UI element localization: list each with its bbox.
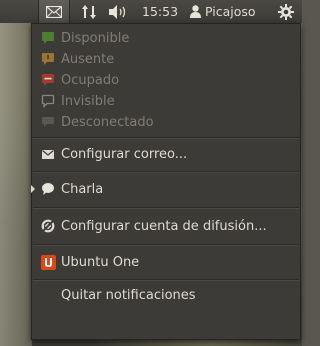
configure-broadcast-item[interactable]: Configurar cuenta de difusión... (32, 215, 300, 237)
status-available-icon (40, 30, 56, 46)
separator (33, 279, 299, 281)
separator (33, 244, 299, 246)
clear-notifications-label: Quitar notificaciones (61, 287, 196, 303)
status-busy-icon (40, 72, 56, 88)
status-label: Disponible (61, 30, 130, 46)
status-away-item[interactable]: Ausente (32, 48, 300, 70)
user-icon (190, 5, 201, 18)
user-menu[interactable]: Picajoso (190, 0, 256, 23)
background-window-edge (0, 22, 32, 346)
separator (33, 207, 299, 209)
messaging-menu: Disponible Ausente Ocupado Invisible Des… (31, 23, 301, 340)
separator (33, 137, 299, 139)
ubuntu-one-icon (40, 254, 56, 270)
network-icon (82, 4, 96, 19)
messaging-indicator[interactable] (38, 0, 70, 23)
status-label: Desconectado (61, 114, 154, 130)
user-name: Picajoso (205, 4, 256, 19)
configure-broadcast-label: Configurar cuenta de difusión... (61, 218, 267, 234)
clear-notifications-item[interactable]: Quitar notificaciones (32, 284, 300, 306)
separator (33, 171, 299, 173)
session-menu[interactable] (276, 0, 296, 23)
clock[interactable]: 15:53 (142, 0, 178, 23)
chat-item[interactable]: Charla (32, 178, 300, 200)
status-label: Invisible (61, 93, 115, 109)
power-gear-icon (278, 3, 294, 20)
status-away-icon (40, 51, 56, 67)
status-available-item[interactable]: Disponible (32, 27, 300, 49)
status-label: Ausente (61, 51, 115, 67)
status-offline-icon (40, 114, 56, 130)
volume-icon (109, 4, 129, 19)
mail-icon (46, 5, 62, 18)
ubuntu-one-label: Ubuntu One (61, 254, 140, 270)
chat-bubble-icon (40, 181, 56, 197)
chat-label: Charla (61, 181, 104, 197)
status-offline-item[interactable]: Desconectado (32, 111, 300, 133)
status-label: Ocupado (61, 72, 120, 88)
status-busy-item[interactable]: Ocupado (32, 69, 300, 91)
status-invisible-icon (40, 93, 56, 109)
ubuntu-one-item[interactable]: Ubuntu One (32, 251, 300, 273)
sound-indicator[interactable] (108, 0, 130, 23)
configure-mail-label: Configurar correo... (61, 146, 188, 162)
mail-icon (40, 146, 56, 162)
status-invisible-item[interactable]: Invisible (32, 90, 300, 112)
network-indicator[interactable] (80, 0, 98, 23)
broadcast-icon (40, 218, 56, 234)
clock-text: 15:53 (142, 4, 179, 19)
configure-mail-item[interactable]: Configurar correo... (32, 143, 300, 165)
top-panel: 15:53 Picajoso (0, 0, 302, 23)
